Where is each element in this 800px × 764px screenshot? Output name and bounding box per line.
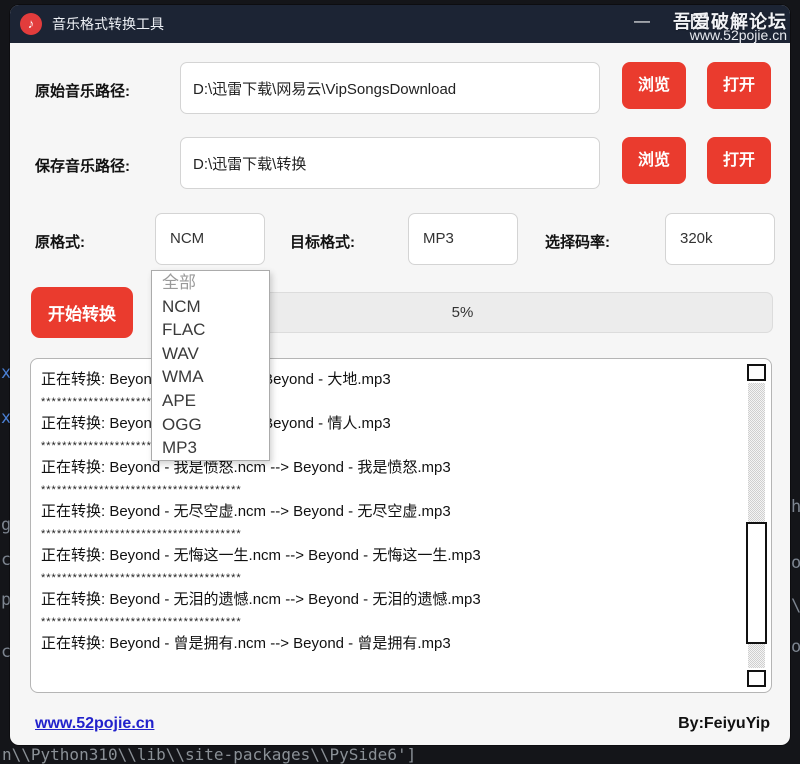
forum-link[interactable]: www.52pojie.cn — [35, 715, 154, 733]
log-line: 正在转换: Beyond - 无悔这一生.ncm --> Beyond - 无悔… — [41, 545, 737, 567]
dropdown-option-APE[interactable]: APE — [152, 389, 269, 413]
background-glyph: o — [791, 553, 800, 573]
dropdown-option-NCM[interactable]: NCM — [152, 295, 269, 319]
target-format-select[interactable]: MP3 — [408, 213, 518, 265]
titlebar[interactable]: ♪ 音乐格式转换工具 — 吾爱破解论坛 www.52pojie.cn — [10, 5, 790, 43]
scrollbar-thumb[interactable] — [746, 522, 767, 644]
source-open-button[interactable]: 打开 — [707, 62, 771, 109]
log-line: 正在转换: Beyond - 无泪的遗憾.ncm --> Beyond - 无泪… — [41, 589, 737, 611]
log-line: 正在转换: Beyond - 情人.ncm --> Beyond - 情人.mp… — [41, 413, 737, 435]
log-separator: ************************************** — [41, 479, 737, 501]
bitrate-select[interactable]: 320k — [665, 213, 775, 265]
background-glyph: \ — [791, 596, 800, 616]
app-window: ♪ 音乐格式转换工具 — 吾爱破解论坛 www.52pojie.cn 原始音乐路… — [10, 5, 790, 745]
log-line: 正在转换: Beyond - 无尽空虚.ncm --> Beyond - 无尽空… — [41, 501, 737, 523]
background-glyph: o — [791, 637, 800, 657]
log-scrollbar[interactable] — [746, 364, 767, 687]
start-convert-button[interactable]: 开始转换 — [31, 287, 133, 338]
bitrate-label: 选择码率: — [545, 231, 610, 252]
save-browse-button[interactable]: 浏览 — [622, 137, 686, 184]
log-separator: ************************************** — [41, 567, 737, 589]
watermark-forum-url: www.52pojie.cn — [690, 27, 787, 43]
dropdown-option-OGG[interactable]: OGG — [152, 413, 269, 437]
scrollbar-up-icon[interactable] — [747, 364, 766, 381]
log-separator: ************************************** — [41, 523, 737, 545]
save-path-input[interactable] — [180, 137, 600, 189]
log-separator: ************************************** — [41, 435, 737, 457]
minimize-button[interactable]: — — [622, 5, 662, 43]
dropdown-option-全部[interactable]: 全部 — [152, 271, 269, 295]
log-content: 正在转换: Beyond - 大地.ncm --> Beyond - 大地.mp… — [41, 369, 737, 655]
terminal-text: n\\Python310\\lib\\site-packages\\PySide… — [2, 745, 416, 764]
screen: n\\Python310\\lib\\site-packages\\PySide… — [0, 0, 800, 764]
source-format-label: 原格式: — [35, 231, 85, 252]
window-title: 音乐格式转换工具 — [52, 5, 164, 43]
source-browse-button[interactable]: 浏览 — [622, 62, 686, 109]
source-format-select[interactable]: NCM — [155, 213, 265, 265]
save-open-button[interactable]: 打开 — [707, 137, 771, 184]
log-separator: ************************************** — [41, 391, 737, 413]
background-glyph: h — [791, 497, 800, 517]
dropdown-option-WMA[interactable]: WMA — [152, 365, 269, 389]
save-path-label: 保存音乐路径: — [35, 155, 130, 176]
dropdown-option-FLAC[interactable]: FLAC — [152, 318, 269, 342]
target-format-label: 目标格式: — [290, 231, 355, 252]
author-credit: By:FeiyuYip — [678, 715, 770, 733]
source-path-label: 原始音乐路径: — [35, 80, 130, 101]
log-line: 正在转换: Beyond - 我是愤怒.ncm --> Beyond - 我是愤… — [41, 457, 737, 479]
dropdown-option-MP3[interactable]: MP3 — [152, 436, 269, 460]
scrollbar-down-icon[interactable] — [747, 670, 766, 687]
source-path-input[interactable] — [180, 62, 600, 114]
format-dropdown: 全部NCMFLACWAVWMAAPEOGGMP3 — [151, 270, 270, 461]
log-line: 正在转换: Beyond - 曾是拥有.ncm --> Beyond - 曾是拥… — [41, 633, 737, 655]
dropdown-option-WAV[interactable]: WAV — [152, 342, 269, 366]
music-note-icon: ♪ — [20, 13, 42, 35]
log-separator: ************************************** — [41, 611, 737, 633]
conversion-log[interactable]: 正在转换: Beyond - 大地.ncm --> Beyond - 大地.mp… — [30, 358, 772, 693]
log-line: 正在转换: Beyond - 大地.ncm --> Beyond - 大地.mp… — [41, 369, 737, 391]
